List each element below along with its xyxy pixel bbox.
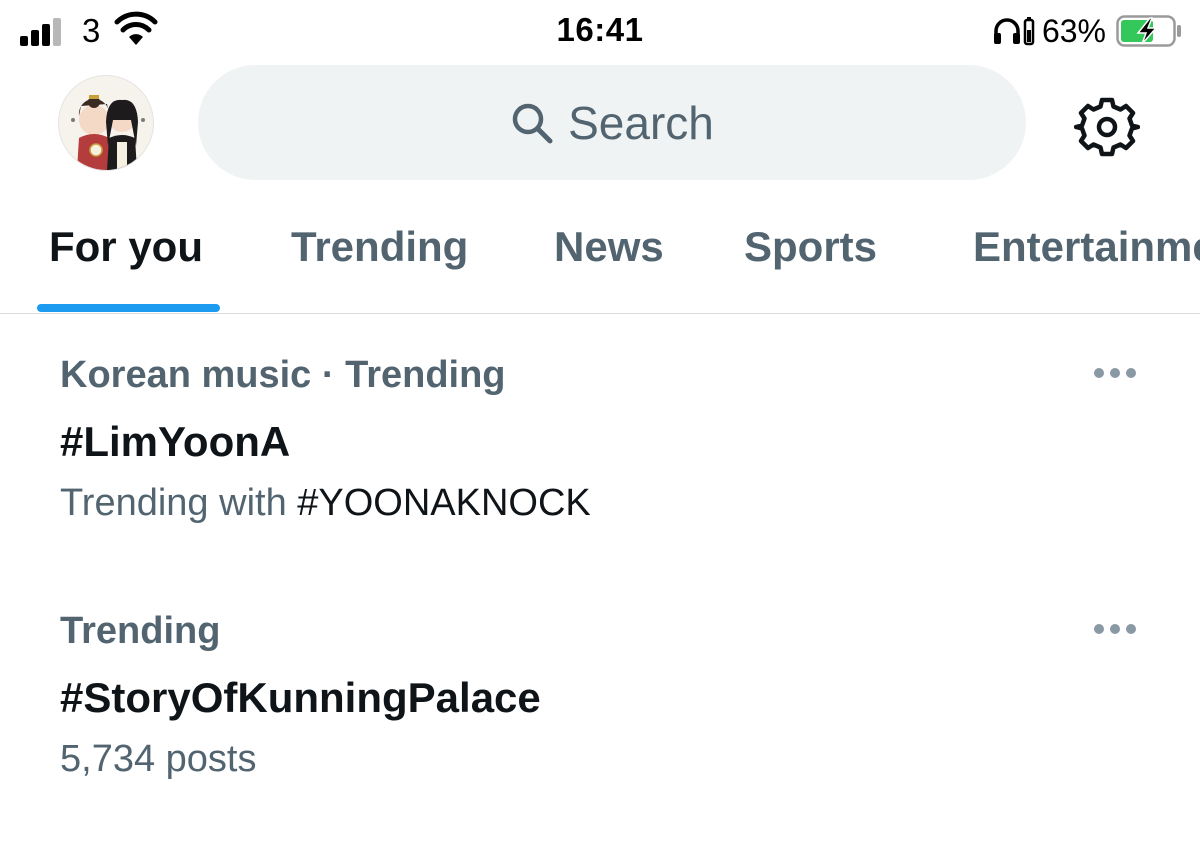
more-options-icon[interactable] [1094, 624, 1138, 636]
trend-context: Trending [60, 610, 221, 652]
battery-charging-icon [1116, 15, 1181, 47]
explore-tabs: For you Trending News Sports Entertainme… [0, 200, 1200, 314]
status-bar: 3 16:41 63% [0, 0, 1200, 62]
more-options-icon[interactable] [1094, 368, 1138, 380]
search-bar[interactable]: Search [198, 65, 1026, 180]
trend-item[interactable]: Trending #StoryOfKunningPalace 5,734 pos… [0, 610, 1200, 790]
battery-percentage: 63% [1041, 12, 1106, 49]
battery-small-icon [1023, 17, 1035, 46]
search-icon [512, 103, 553, 143]
tab-for-you[interactable]: For you [49, 223, 203, 271]
trend-post-count: 5,734 posts [60, 738, 257, 780]
tab-entertainment[interactable]: Entertainment [973, 223, 1200, 271]
avatar-image [59, 76, 153, 170]
tab-trending[interactable]: Trending [291, 223, 468, 271]
search-placeholder: Search [568, 96, 714, 149]
settings-gear-icon[interactable] [1074, 94, 1140, 160]
trend-item[interactable]: Korean music · Trending #LimYoonA Trendi… [0, 354, 1200, 534]
tab-news[interactable]: News [554, 223, 664, 271]
trend-title: #StoryOfKunningPalace [60, 674, 541, 721]
avatar[interactable] [58, 75, 154, 171]
active-tab-indicator [37, 304, 220, 312]
trend-context: Korean music · Trending [60, 354, 506, 396]
trend-meta: Trending with #YOONAKNOCK [60, 482, 591, 525]
trend-related-hashtag[interactable]: #YOONAKNOCK [297, 482, 591, 524]
headphones-icon [993, 18, 1020, 44]
trend-meta-prefix: Trending with [60, 482, 298, 524]
trend-title: #LimYoonA [60, 418, 291, 465]
tab-sports[interactable]: Sports [744, 223, 877, 271]
